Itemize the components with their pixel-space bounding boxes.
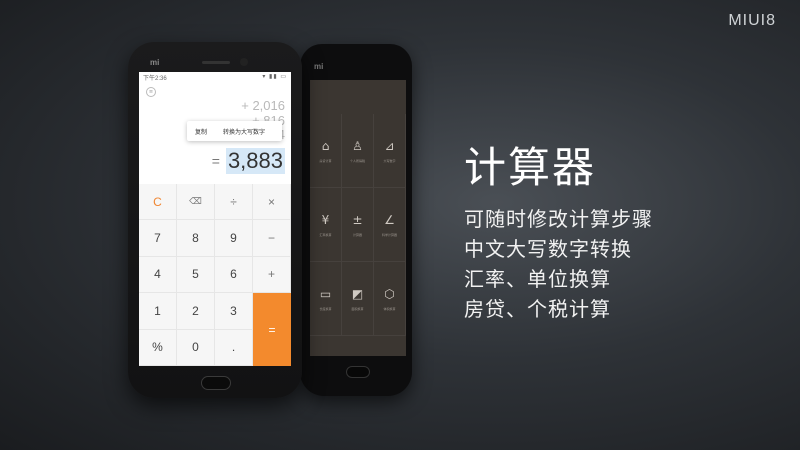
status-bar: 下午2:36 ▾ ▮▮ ▭ <box>139 72 291 84</box>
keypad: C ⌫ ÷ × 7 8 9 − 4 5 6 + 1 2 3 = % 0 . <box>139 184 291 366</box>
key-multiply[interactable]: × <box>253 184 291 221</box>
key-6[interactable]: 6 <box>215 256 253 294</box>
tool-tile-uppercase[interactable]: ⊿ 大写数字 <box>374 114 406 188</box>
tools-grid: ⌂ 房贷计算 ♙ 个人所得税 ⊿ 大写数字 ¥ 汇率换算 ± 计算器 ∠ 科学计算器 ▭ 长度… <box>310 114 406 336</box>
context-popup: 复制 转换为大写数字 <box>187 121 282 141</box>
key-decimal[interactable]: . <box>215 329 253 366</box>
tool-tile-mortgage[interactable]: ⌂ 房贷计算 <box>310 114 342 188</box>
mi-logo: mi <box>150 58 160 67</box>
key-7[interactable]: 7 <box>139 220 177 257</box>
key-0[interactable]: 0 <box>177 329 215 366</box>
tool-tile-area[interactable]: ◩ 面积换算 <box>342 262 374 336</box>
feature-item: 房贷、个税计算 <box>464 297 611 321</box>
status-icons: ▾ ▮▮ ▭ <box>262 74 287 80</box>
calc-icon: ± <box>352 212 363 227</box>
status-time: 下午2:36 <box>143 76 167 82</box>
back-phone: mi ⌂ 房贷计算 ♙ 个人所得税 ⊿ 大写数字 ¥ 汇率换算 ± 计算器 ∠ 科学计算器 … <box>300 44 412 396</box>
key-backspace[interactable]: ⌫ <box>177 184 215 221</box>
menu-icon[interactable]: ≡ <box>146 87 156 97</box>
area-icon: ◩ <box>351 286 364 301</box>
yen-icon: ¥ <box>321 212 330 227</box>
graph-icon: ∠ <box>384 212 395 227</box>
key-equals[interactable]: = <box>253 293 291 366</box>
key-clear[interactable]: C <box>139 184 177 221</box>
result-value[interactable]: 3,883 <box>225 148 285 174</box>
key-9[interactable]: 9 <box>215 220 253 257</box>
brand-logo: MIUI8 <box>728 12 776 29</box>
key-minus[interactable]: − <box>253 220 291 257</box>
tool-tile-length[interactable]: ▭ 长度换算 <box>310 262 342 336</box>
feature-list: 可随时修改计算步骤 中文大写数字转换 汇率、单位换算 房贷、个税计算 <box>464 204 653 324</box>
ruler-icon: ▭ <box>319 286 332 301</box>
tool-tile-scientific[interactable]: ∠ 科学计算器 <box>374 188 406 262</box>
back-phone-screen: ⌂ 房贷计算 ♙ 个人所得税 ⊿ 大写数字 ¥ 汇率换算 ± 计算器 ∠ 科学计算器 ▭ 长度… <box>310 80 406 356</box>
convert-uppercase-button[interactable]: 转换为大写数字 <box>215 127 273 136</box>
equals-sign: = <box>211 153 220 169</box>
tool-tile-volume[interactable]: ⬡ 体积换算 <box>374 262 406 336</box>
tool-tile-currency[interactable]: ¥ 汇率换算 <box>310 188 342 262</box>
mi-logo: mi <box>314 62 324 71</box>
person-icon: ♙ <box>352 138 363 153</box>
front-phone: mi 下午2:36 ▾ ▮▮ ▭ ≡ + 2,016 + 81 6 24 复制 转… <box>128 42 302 398</box>
key-5[interactable]: 5 <box>177 256 215 294</box>
feature-item: 中文大写数字转换 <box>464 237 632 261</box>
feature-item: 汇率、单位换算 <box>464 267 611 291</box>
earpiece <box>202 61 230 64</box>
key-percent[interactable]: % <box>139 329 177 366</box>
key-divide[interactable]: ÷ <box>215 184 253 221</box>
home-button[interactable] <box>346 366 370 378</box>
front-camera <box>240 58 248 66</box>
dimension-icon: ⊿ <box>384 138 395 153</box>
key-8[interactable]: 8 <box>177 220 215 257</box>
calculator-screen: 下午2:36 ▾ ▮▮ ▭ ≡ + 2,016 + 81 6 24 复制 转换为大… <box>139 72 291 366</box>
cube-icon: ⬡ <box>384 286 395 301</box>
tool-tile-tax[interactable]: ♙ 个人所得税 <box>342 114 374 188</box>
key-4[interactable]: 4 <box>139 256 177 294</box>
home-button[interactable] <box>201 376 231 390</box>
key-3[interactable]: 3 <box>215 293 253 330</box>
feature-item: 可随时修改计算步骤 <box>464 207 653 231</box>
key-2[interactable]: 2 <box>177 293 215 330</box>
feature-title: 计算器 <box>464 143 597 192</box>
key-plus[interactable]: + <box>253 256 291 294</box>
key-1[interactable]: 1 <box>139 293 177 330</box>
tool-tile-calculator[interactable]: ± 计算器 <box>342 188 374 262</box>
result-row: = 3,883 <box>212 148 285 174</box>
copy-button[interactable]: 复制 <box>187 127 215 136</box>
house-icon: ⌂ <box>321 138 330 153</box>
expression-line: + 2,016 <box>241 98 285 113</box>
